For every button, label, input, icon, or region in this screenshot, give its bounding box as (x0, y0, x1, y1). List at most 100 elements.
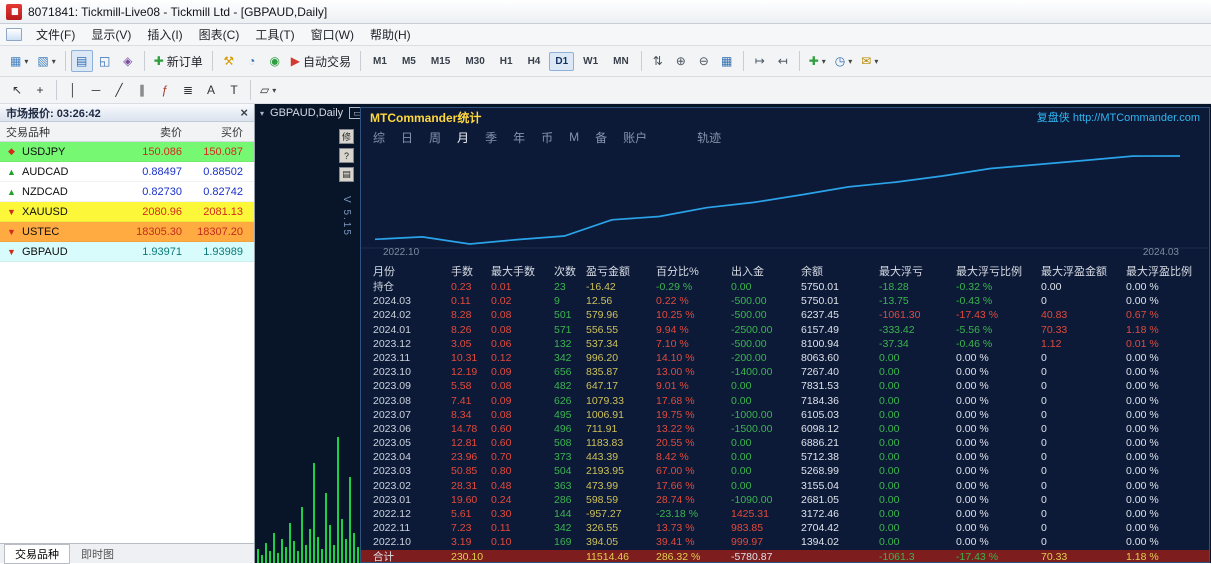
dropdown-caret-icon: ▾ (848, 57, 852, 66)
market-watch-icon: ▤ (76, 55, 87, 67)
stats-cell: 1.18 % (1126, 550, 1209, 562)
fibonacci-tool[interactable]: ƒ (154, 79, 176, 101)
ea-side-button-2[interactable]: ? (339, 148, 354, 163)
mtc-nav-轨迹[interactable]: 轨迹 (697, 129, 721, 146)
periods-dropdown[interactable]: ◷▾ (831, 50, 857, 72)
market-watch-row-nzdcad[interactable]: ▲NZDCAD0.827300.82742 (0, 182, 254, 202)
market-watch-row-audcad[interactable]: ▲AUDCAD0.884970.88502 (0, 162, 254, 182)
stats-cell: 1079.33 (586, 394, 656, 408)
menu-item-插入i[interactable]: 插入(I) (139, 26, 190, 44)
timeframe-button-m5[interactable]: M5 (396, 52, 422, 71)
market-watch-tab-active[interactable]: 交易品种 (4, 544, 70, 564)
cycle-lines-tool[interactable]: ≣ (177, 79, 199, 101)
stats-cell: 0.00 (879, 365, 956, 379)
tile-windows-button[interactable]: ▦ (716, 50, 738, 72)
mtc-nav-年[interactable]: 年 (513, 129, 525, 146)
timeframe-button-m1[interactable]: M1 (367, 52, 393, 71)
terminal-toggle[interactable]: ⚒ (218, 50, 240, 72)
mtc-nav-月[interactable]: 月 (457, 129, 469, 146)
stats-cell: 13.73 % (656, 521, 731, 535)
equity-curve-line (361, 150, 1208, 262)
data-window-toggle[interactable]: ◱ (94, 50, 116, 72)
stats-cell: 169 (554, 535, 586, 549)
stats-cell: 11514.46 (586, 550, 656, 562)
mtcommander-website-link[interactable]: 复盘侠 http://MTCommander.com (1037, 109, 1200, 125)
trendline-tool[interactable]: ╱ (108, 79, 130, 101)
zoom-out-button[interactable]: ⊖ (693, 50, 715, 72)
strategy-tester-toggle[interactable]: ◔ (241, 50, 263, 72)
stats-cell: 7.10 % (656, 337, 731, 351)
stats-cell: 0.00 % (956, 535, 1041, 549)
zoom-in-button[interactable]: ⊕ (670, 50, 692, 72)
cycle-lines-icon: ≣ (183, 84, 193, 96)
mail-dropdown[interactable]: ✉▾ (857, 50, 882, 72)
timeframe-button-d1[interactable]: D1 (549, 52, 574, 71)
expert-advisors-icon[interactable]: ◉ (264, 50, 286, 72)
timeframe-button-m15[interactable]: M15 (425, 52, 456, 71)
symbol-name: GBPAUD (22, 246, 68, 258)
mtc-nav-备[interactable]: 备 (595, 129, 607, 146)
auto-scroll-toggle[interactable]: ↦ (749, 50, 771, 72)
mtc-nav-账户[interactable]: 账户 (623, 129, 647, 146)
stats-row-2023.03: 2023.0350.850.805042193.9567.00 %0.00526… (361, 464, 1209, 478)
new-order-button[interactable]: ✚新订单 (150, 50, 207, 72)
menu-item-窗口w[interactable]: 窗口(W) (303, 26, 362, 44)
stats-cell: 2023.10 (373, 365, 451, 379)
stats-cell: 8.42 % (656, 450, 731, 464)
timeframe-button-m30[interactable]: M30 (459, 52, 490, 71)
chart-window-tab[interactable]: ▾ GBPAUD,Daily ▭ (260, 107, 366, 119)
cursor-tool[interactable]: ↖ (6, 79, 28, 101)
stats-cell: 0.11 (491, 521, 554, 535)
arrange-windows-icon[interactable]: ⇅ (647, 50, 669, 72)
stats-cell: 0.24 (491, 493, 554, 507)
stats-cell: 537.34 (586, 337, 656, 351)
chart-shift-toggle[interactable]: ↤ (772, 50, 794, 72)
ea-side-button-1[interactable]: 修 (339, 129, 354, 144)
menu-item-显示v[interactable]: 显示(V) (83, 26, 139, 44)
market-watch-titlebar: 市场报价: 03:26:42 × (0, 104, 254, 122)
updown-red-icon: ◆ (6, 146, 17, 157)
stats-cell: 342 (554, 351, 586, 365)
autotrading-button[interactable]: ▶自动交易 (287, 50, 355, 72)
market-watch-row-usdjpy[interactable]: ◆USDJPY150.086150.087 (0, 142, 254, 162)
channel-tool[interactable]: ∥ (131, 79, 153, 101)
stats-cell: 144 (554, 507, 586, 521)
mtc-nav-周[interactable]: 周 (429, 129, 441, 146)
menu-item-工具t[interactable]: 工具(T) (247, 26, 302, 44)
text-tool[interactable]: A (200, 79, 222, 101)
timeframe-button-w1[interactable]: W1 (577, 52, 604, 71)
mtc-nav-综[interactable]: 综 (373, 129, 385, 146)
stats-cell: 12.56 (586, 294, 656, 308)
mtc-nav-M[interactable]: M (569, 130, 579, 144)
mtc-nav-币[interactable]: 币 (541, 129, 553, 146)
stats-cell: 0 (1041, 351, 1126, 365)
market-watch-row-gbpaud[interactable]: ▼GBPAUD1.939711.93989 (0, 242, 254, 262)
profiles-button[interactable]: ▧▾ (33, 50, 59, 72)
market-watch-row-xauusd[interactable]: ▼XAUUSD2080.962081.13 (0, 202, 254, 222)
timeframe-button-h1[interactable]: H1 (494, 52, 519, 71)
timeframe-button-h4[interactable]: H4 (522, 52, 547, 71)
shapes-dropdown[interactable]: ▱▾ (256, 79, 280, 101)
stats-cell: -1061.3 (879, 550, 956, 562)
label-tool[interactable]: T (223, 79, 245, 101)
market-watch-toggle[interactable]: ▤ (71, 50, 93, 72)
menu-item-图表c[interactable]: 图表(C) (191, 26, 248, 44)
market-watch-row-ustec[interactable]: ▼USTEC18305.3018307.20 (0, 222, 254, 242)
new-chart-button[interactable]: ▦▾ (6, 50, 32, 72)
mtc-nav-季[interactable]: 季 (485, 129, 497, 146)
ea-side-button-3[interactable]: ▤ (339, 167, 354, 182)
mtc-nav-日[interactable]: 日 (401, 129, 413, 146)
navigator-toggle[interactable]: ◈ (117, 50, 139, 72)
horizontal-line-tool[interactable]: ─ (85, 79, 107, 101)
market-watch-tab-inactive[interactable]: 即时图 (70, 544, 125, 564)
indicators-dropdown[interactable]: ✚▾ (805, 50, 830, 72)
menu-item-帮助h[interactable]: 帮助(H) (362, 26, 419, 44)
stats-cell: 0.00 (731, 450, 801, 464)
ask-price: 150.087 (182, 146, 249, 158)
close-icon[interactable]: × (240, 106, 248, 119)
menu-item-文件f[interactable]: 文件(F) (28, 26, 83, 44)
crosshair-tool[interactable]: + (29, 79, 51, 101)
stats-row-2022.11: 2022.117.230.11342326.5513.73 %983.85270… (361, 521, 1209, 535)
vertical-line-tool[interactable]: │ (62, 79, 84, 101)
timeframe-button-mn[interactable]: MN (607, 52, 635, 71)
